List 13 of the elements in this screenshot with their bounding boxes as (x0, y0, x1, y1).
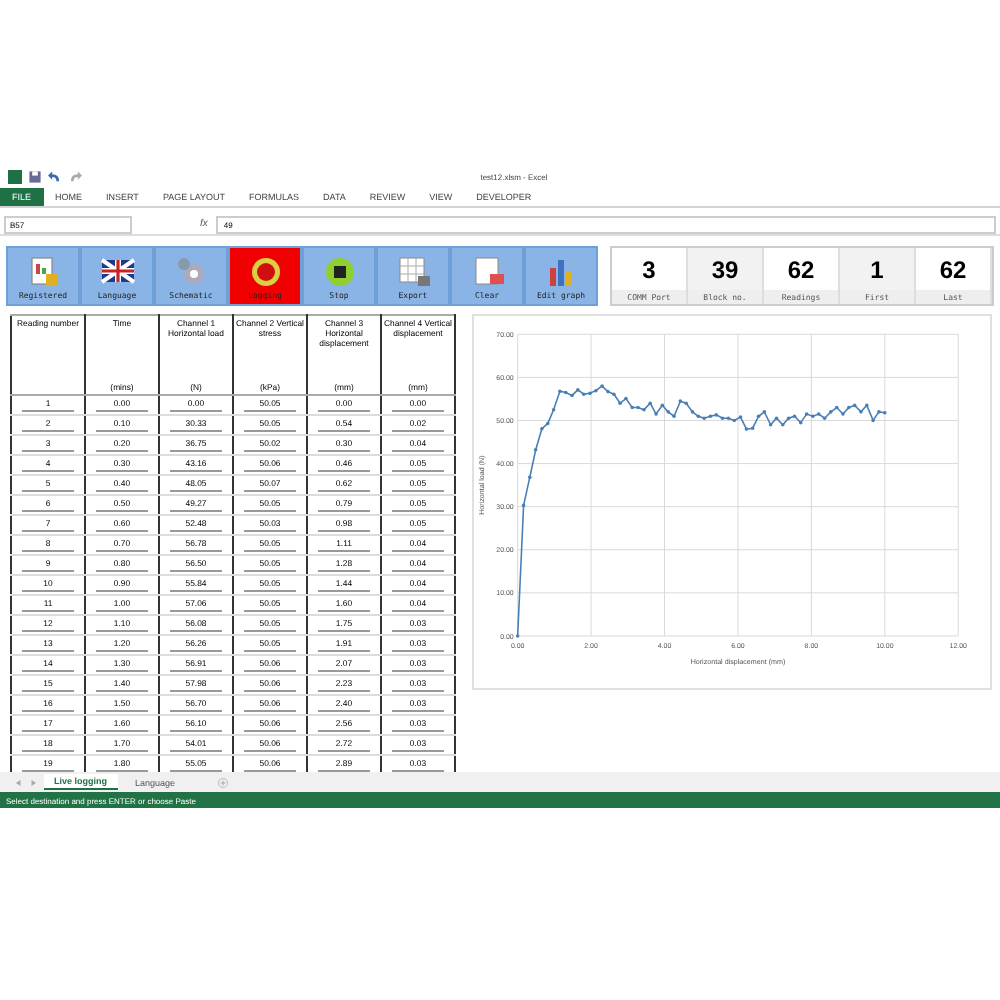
counter-value: 62 (787, 256, 815, 284)
counter-value: 62 (939, 256, 967, 284)
undo-icon[interactable] (48, 169, 62, 183)
add-sheet-icon[interactable] (217, 777, 228, 787)
save-icon[interactable] (28, 169, 42, 183)
table-icon (393, 256, 433, 288)
flag-icon (97, 256, 137, 288)
counter-value: 39 (711, 256, 739, 284)
counter-value: 1 (870, 256, 884, 284)
scroll-right-icon[interactable] (30, 779, 36, 785)
counter-value: 3 (642, 256, 656, 284)
redo-icon[interactable] (68, 169, 82, 183)
scroll-left-icon[interactable] (16, 779, 22, 785)
